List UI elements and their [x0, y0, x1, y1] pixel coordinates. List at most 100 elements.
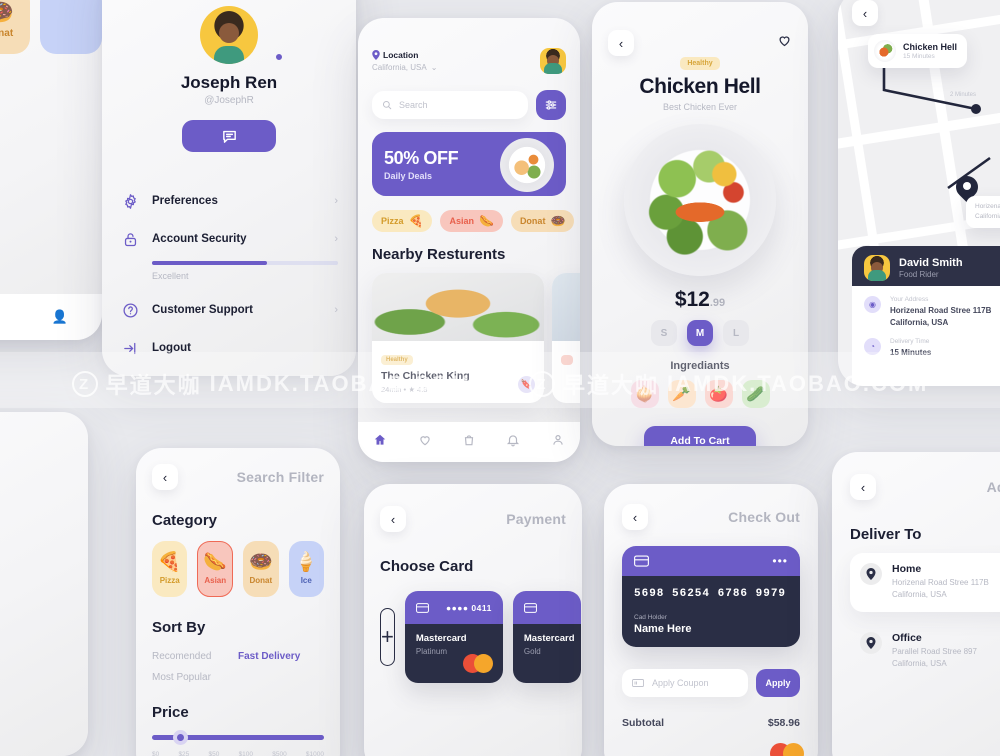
back-button[interactable]: ‹	[852, 0, 878, 26]
category-chip-ice[interactable]	[40, 0, 102, 54]
bottom-tabbar	[358, 422, 580, 462]
poi-chicken-hell[interactable]: Chicken Hell 15 Minutes	[868, 34, 968, 68]
filter-category-donat[interactable]: 🍩 Donat	[243, 541, 279, 597]
sliders-icon	[545, 100, 557, 110]
donut-icon: 🍩	[550, 214, 566, 228]
size-option-m[interactable]: M	[687, 320, 713, 346]
cucumber-icon[interactable]: 🥒	[741, 380, 770, 408]
chip-label: Donat	[519, 216, 546, 226]
credit-card-display[interactable]: ••• 5698 56254 6786 9979 Cad Holder Name…	[622, 546, 804, 756]
watermark-mark: Z	[71, 371, 98, 397]
address-entry-office[interactable]: Office Parallel Road Stree 897 California…	[850, 622, 1000, 681]
clock-icon: ◔	[864, 338, 881, 356]
filter-button[interactable]	[536, 90, 566, 120]
back-button[interactable]: ‹	[152, 464, 178, 490]
promo-dish-image	[500, 138, 554, 192]
card-brand: Mastercard	[523, 633, 575, 644]
address-entry-home[interactable]: Home Horizenal Road Stree 117B California…	[850, 553, 1000, 612]
back-button[interactable]: ‹	[380, 506, 406, 532]
sort-option-most-popular[interactable]: Most Popular	[152, 667, 238, 688]
menu-item-account-security[interactable]: Account Security ›	[116, 220, 342, 258]
location-icon: ◉	[864, 296, 881, 313]
back-button[interactable]: ‹	[850, 474, 876, 500]
menu-item-label: Preferences	[152, 195, 218, 207]
apply-coupon-button[interactable]: Apply	[756, 669, 800, 697]
menu-item-customer-support[interactable]: Customer Support ›	[116, 291, 342, 329]
search-icon	[382, 100, 392, 110]
page-title: Payment	[506, 511, 566, 527]
restaurant-card[interactable]: Healthy The Chicken King 24min • ★ 4.8 🔖	[372, 273, 544, 403]
donut-icon: 🍩	[0, 1, 14, 25]
bag-icon[interactable]	[462, 433, 476, 452]
category-chip-row: Pizza 🍕 Asian 🌭 Donat 🍩	[372, 210, 575, 232]
tomato-icon[interactable]: 🍅	[704, 380, 733, 408]
profile-handle: @JosephR	[204, 95, 254, 106]
location-value-row[interactable]: California, USA ⌄	[372, 63, 437, 72]
sort-option-fast-delivery[interactable]: Fast Delivery	[238, 646, 324, 667]
onion-icon[interactable]: 🧅	[630, 380, 659, 408]
back-button[interactable]: ‹	[608, 30, 634, 56]
menu-item-logout[interactable]: Logout	[116, 329, 342, 367]
filter-category-pizza[interactable]: 🍕 Pizza	[152, 541, 188, 597]
pizza-icon: 🍕	[408, 214, 424, 228]
chevron-down-icon: ⌄	[430, 63, 438, 72]
more-icon[interactable]: •••	[772, 554, 788, 568]
row-value: Horizenal Road Stree 117B California, USA	[890, 306, 992, 327]
subtotal-row: Subtotal $58.96	[622, 717, 800, 729]
add-card-button[interactable]: +	[380, 608, 395, 666]
avatar	[200, 6, 258, 64]
category-chip-donat[interactable]: Donat 🍩	[510, 210, 575, 232]
bell-icon[interactable]	[506, 433, 520, 452]
gear-icon	[120, 191, 140, 211]
size-option-l[interactable]: L	[723, 320, 749, 346]
promo-title: 50% OFF	[384, 147, 459, 168]
avatar[interactable]	[540, 48, 566, 74]
credit-card-icon	[523, 602, 537, 613]
hotdog-icon: 🌭	[203, 552, 228, 573]
card-number: 5698 56254 6786 9979	[634, 588, 787, 600]
person-icon[interactable]: 👤	[52, 309, 68, 325]
location-label-row: Location	[372, 50, 437, 60]
search-row: Search	[372, 90, 566, 120]
card-mastercard-platinum[interactable]: ●●●● 0411 Mastercard Platinum	[404, 591, 503, 683]
category-chip-pizza[interactable]: Pizza 🍕	[372, 210, 433, 232]
price-tick-labels: $0 $25 $50 $100 $500 $1000	[152, 751, 324, 756]
card-mastercard-gold[interactable]: Mastercard Gold	[512, 591, 581, 683]
bookmark-icon[interactable]: 🔖	[518, 376, 535, 393]
rider-bar: David Smith Food Rider	[852, 246, 1000, 290]
ingredients-title: Ingrediants	[670, 360, 730, 372]
restaurant-image	[372, 273, 544, 341]
icecream-icon: 🍦	[294, 552, 319, 573]
menu-item-label: Logout	[152, 342, 191, 354]
restaurant-card-next[interactable]	[552, 273, 580, 403]
coupon-input[interactable]: Apply Coupon	[622, 669, 748, 697]
size-option-s[interactable]: S	[651, 320, 677, 346]
poi-eta: 15 Minutes	[903, 53, 935, 60]
category-label: Ice	[300, 576, 312, 585]
menu-item-preferences[interactable]: Preferences ›	[116, 182, 342, 220]
online-status-dot	[274, 52, 284, 62]
filter-category-ice[interactable]: 🍦 Ice	[288, 541, 324, 597]
category-chip-donat[interactable]: 🍩 Donat	[0, 0, 30, 54]
badge	[561, 355, 573, 365]
message-button[interactable]	[182, 120, 276, 152]
price-slider[interactable]	[152, 730, 324, 745]
restaurant-name: The Chicken King	[381, 370, 470, 382]
category-label: Pizza	[159, 576, 180, 585]
add-to-cart-button[interactable]: Add To Cart	[644, 426, 756, 446]
price-slider-knob[interactable]	[172, 730, 188, 745]
location-icon	[860, 631, 882, 654]
sort-options: Recomended Fast Delivery Most Popular	[152, 646, 324, 688]
filter-category-asian[interactable]: 🌭 Asian	[197, 541, 234, 597]
search-placeholder: Search	[399, 100, 428, 110]
sort-option-recomended[interactable]: Recomended	[152, 646, 238, 667]
favorite-icon[interactable]	[777, 33, 792, 53]
back-button[interactable]: ‹	[622, 504, 648, 530]
search-input[interactable]: Search	[372, 91, 528, 119]
home-icon[interactable]	[373, 433, 387, 452]
person-icon[interactable]	[551, 433, 565, 452]
promo-banner[interactable]: 50% OFF Daily Deals	[372, 132, 566, 196]
category-chip-asian[interactable]: Asian 🌭	[440, 210, 503, 232]
carrot-icon[interactable]: 🥕	[667, 380, 696, 408]
heart-icon[interactable]	[418, 433, 432, 452]
